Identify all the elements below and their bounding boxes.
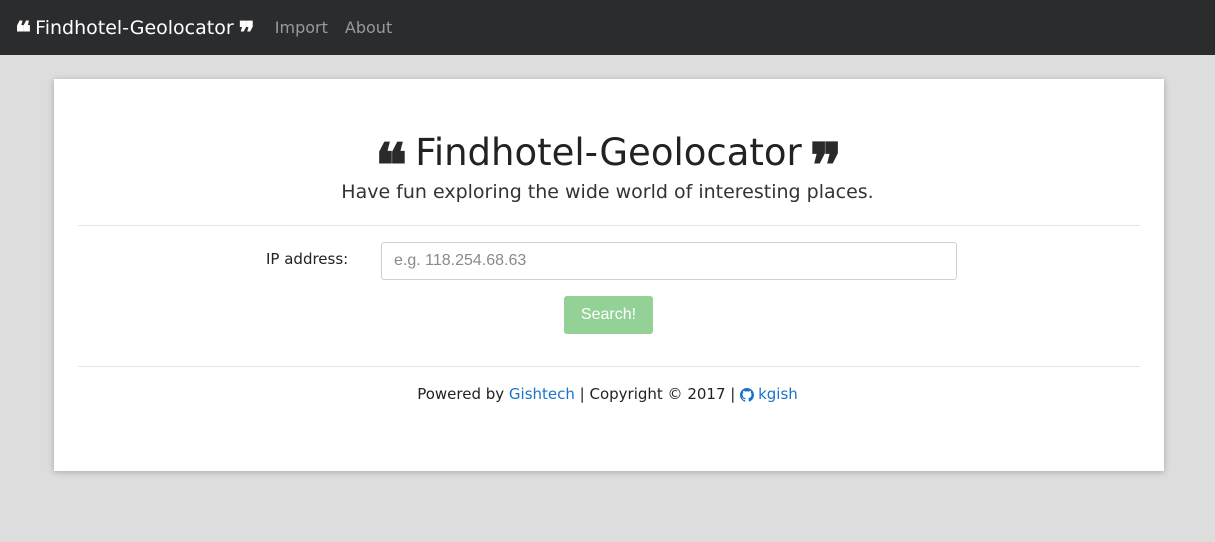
divider-bottom: [78, 366, 1140, 367]
open-quote-icon: ❝: [15, 15, 31, 51]
search-button[interactable]: Search!: [564, 296, 653, 334]
divider-top: [78, 225, 1140, 226]
page-subtitle: Have fun exploring the wide world of int…: [341, 181, 874, 203]
footer: Powered by Gishtech | Copyright © 2017 |…: [0, 385, 1215, 403]
gishtech-link[interactable]: Gishtech: [509, 385, 575, 403]
github-link[interactable]: kgish: [740, 385, 798, 403]
brand-title: Findhotel-Geolocator: [35, 16, 234, 39]
footer-copyright-text: | Copyright © 2017 |: [574, 385, 741, 403]
github-user-label: kgish: [758, 385, 798, 403]
page-title: ❝ Findhotel-Geolocator ❞: [0, 122, 1215, 197]
footer-powered-by-text: Powered by: [417, 385, 509, 403]
nav-link-about[interactable]: About: [345, 18, 392, 37]
ip-address-input[interactable]: [381, 242, 957, 280]
page-title-text: Findhotel-Geolocator: [415, 130, 802, 174]
ip-address-label: IP address:: [266, 250, 349, 268]
github-icon: [740, 388, 755, 402]
nav-link-import[interactable]: Import: [275, 18, 328, 37]
top-navbar: ❝ Findhotel-Geolocator ❞ Import About: [0, 0, 1215, 55]
brand-link[interactable]: ❝ Findhotel-Geolocator ❞: [15, 13, 255, 49]
close-quote-icon: ❞: [238, 15, 255, 51]
